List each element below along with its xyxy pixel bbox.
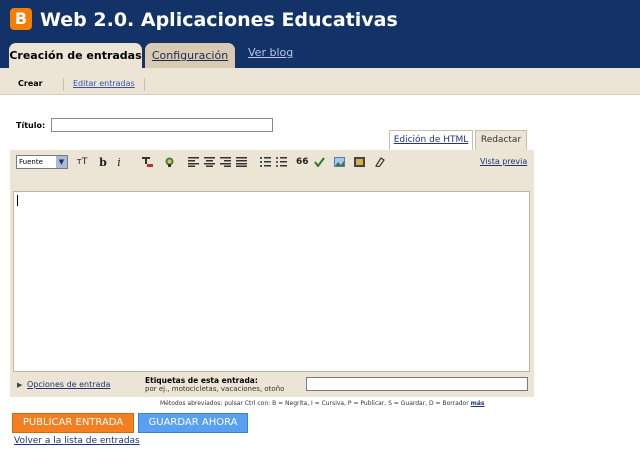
subnav-editar-entradas[interactable]: Editar entradas bbox=[73, 79, 135, 88]
insert-video-icon[interactable] bbox=[354, 157, 365, 167]
title-label: Título: bbox=[16, 121, 46, 130]
labels-input[interactable] bbox=[306, 377, 528, 391]
text-cursor bbox=[17, 195, 18, 206]
top-header-bar: B Web 2.0. Aplicaciones Educativas Creac… bbox=[0, 0, 640, 68]
subnav-crear[interactable]: Crear bbox=[18, 79, 43, 88]
font-select-value: Fuente bbox=[19, 158, 43, 166]
subnav-bar: Crear Editar entradas bbox=[0, 76, 640, 95]
text-color-icon[interactable] bbox=[142, 157, 153, 167]
italic-icon[interactable]: i bbox=[114, 156, 124, 169]
font-select[interactable]: Fuente ▼ bbox=[16, 155, 68, 169]
remove-format-icon[interactable] bbox=[374, 157, 385, 167]
justify-icon[interactable] bbox=[236, 157, 247, 167]
blog-title: Web 2.0. Aplicaciones Educativas bbox=[40, 9, 398, 31]
align-right-icon[interactable] bbox=[220, 157, 231, 167]
align-left-icon[interactable] bbox=[188, 157, 199, 167]
subnav-divider bbox=[63, 78, 64, 91]
labels-hint: por ej., motocicletas, vacaciones, otoño bbox=[145, 385, 285, 393]
tab-content-strip bbox=[0, 68, 640, 76]
insert-image-icon[interactable] bbox=[334, 157, 345, 167]
blogger-logo-icon: B bbox=[10, 8, 32, 30]
publish-button[interactable]: PUBLICAR ENTRADA bbox=[12, 413, 134, 433]
numbered-list-icon[interactable] bbox=[260, 157, 271, 167]
chevron-down-icon: ▼ bbox=[56, 156, 67, 168]
spellcheck-icon[interactable] bbox=[314, 157, 325, 167]
keyboard-shortcuts-hint: Métodos abreviados: pulsar Ctrl con: B =… bbox=[160, 400, 485, 407]
preview-link[interactable]: Vista previa bbox=[480, 157, 527, 166]
post-options-link[interactable]: Opciones de entrada bbox=[27, 380, 110, 389]
tab-configuracion[interactable]: Configuración bbox=[145, 43, 235, 68]
shortcuts-more-link[interactable]: más bbox=[471, 400, 485, 407]
editor-toolbar: Fuente ▼ тT b i 66 Vista previa bbox=[16, 154, 528, 172]
tab-creacion-entradas[interactable]: Creación de entradas bbox=[9, 43, 142, 68]
back-to-posts-link[interactable]: Volver a la lista de entradas bbox=[14, 436, 140, 446]
subnav-divider bbox=[144, 78, 145, 91]
tab-edit-html[interactable]: Edición de HTML bbox=[389, 130, 473, 150]
expand-triangle-icon[interactable]: ▶ bbox=[17, 381, 22, 389]
blockquote-icon[interactable]: 66 bbox=[296, 156, 309, 169]
insert-link-icon[interactable] bbox=[164, 157, 175, 167]
font-size-icon[interactable]: тT bbox=[74, 156, 90, 169]
shortcuts-text: Métodos abreviados: pulsar Ctrl con: B =… bbox=[160, 400, 469, 407]
post-editor: Fuente ▼ тT b i 66 Vista previa ▶ Opcion… bbox=[10, 150, 534, 397]
bold-icon[interactable]: b bbox=[98, 156, 108, 169]
save-now-button[interactable]: GUARDAR AHORA bbox=[138, 413, 248, 433]
labels-title: Etiquetas de esta entrada: bbox=[145, 376, 258, 385]
align-center-icon[interactable] bbox=[204, 157, 215, 167]
post-body-editor[interactable] bbox=[13, 191, 530, 372]
title-input[interactable] bbox=[51, 118, 273, 132]
bullet-list-icon[interactable] bbox=[276, 157, 287, 167]
view-blog-link[interactable]: Ver blog bbox=[248, 46, 293, 59]
tab-compose[interactable]: Redactar bbox=[475, 130, 527, 151]
